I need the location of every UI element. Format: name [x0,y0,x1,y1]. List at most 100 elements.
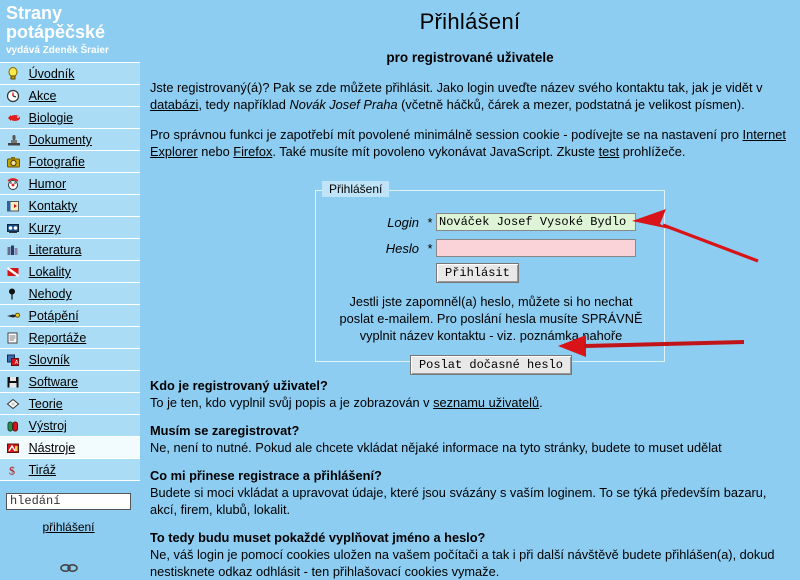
diamond-icon [6,397,22,411]
sidebar-item-slovnik[interactable]: A Slovník [0,349,140,371]
login-field-wrap [436,213,636,231]
intro2-text-4: prohlížeče. [619,143,686,159]
password-input[interactable] [436,239,636,257]
sidebar-item-akce[interactable]: Akce [0,85,140,107]
rolodex-icon [6,199,22,213]
login-input[interactable] [436,213,636,231]
tools-icon [6,441,22,455]
sidebar-item-label: Slovník [28,353,70,367]
sidebar-item-label: Literatura [28,243,82,257]
search-input[interactable] [6,492,131,510]
sidebar-item-label: Biologie [28,111,74,125]
intro2-text-1: Pro správnou funkci je zapotřebí mít pov… [150,126,743,142]
annotation-arrow-login [630,203,760,268]
password-field-wrap [436,239,636,257]
faq-question: Kdo je registrovaný uživatel? [150,378,328,393]
database-link[interactable]: databázi [150,97,198,112]
sidebar-item-label: Kurzy [28,221,61,235]
site-logo[interactable]: Strany potápěčské vydává Zdeněk Šraier [0,0,140,57]
sidebar-item-tiraz[interactable]: $ Tiráž [0,459,140,481]
page-title: Přihlášení [419,9,521,34]
sidebar-item-potapeni[interactable]: Potápění [0,305,140,327]
sidebar-item-dokumenty[interactable]: Dokumenty [0,129,140,151]
login-label: Login [387,214,419,230]
sidebar-item-label: Akce [28,89,57,103]
firefox-link[interactable]: Firefox [233,144,272,159]
sidebar-item-nehody[interactable]: Nehody [0,283,140,305]
sidebar-menu: Úvodník Akce Biologie Dokumenty Fotograf [0,62,140,481]
faq-answer: Ne, váš login je pomocí cookies uložen n… [150,547,775,579]
intro-paragraph-2: Pro správnou funkci je zapotřebí mít pov… [150,113,790,160]
stamp-icon [6,133,22,147]
sidebar-item-label: Nehody [28,287,72,301]
sidebar-item-nastroje[interactable]: Nástroje [0,437,140,459]
camera-icon [6,155,22,169]
sidebar-search [0,492,140,510]
faq-answer-text-2: . [539,395,543,410]
faq-question: Musím se zaregistrovat? [150,423,300,438]
page-subtitle: pro registrované uživatele [386,49,554,65]
sidebar: Strany potápěčské vydává Zdeněk Šraier Ú… [0,0,140,572]
login-row: Login * [316,211,666,233]
sidebar-item-kurzy[interactable]: Kurzy [0,217,140,239]
intro1-example-name: Novák Josef Praha [289,96,398,112]
faq-question: To tedy budu muset pokaždé vyplňovat jmé… [150,530,486,545]
browser-test-link[interactable]: test [599,144,620,159]
password-label: Heslo [385,240,419,256]
sidebar-item-label: Nástroje [28,441,76,455]
sidebar-item-label: Dokumenty [28,133,92,147]
login-required-marker: * [427,214,433,230]
login-form-legend: Přihlášení [322,181,390,197]
intro2-text-2: nebo [197,143,234,159]
sidebar-item-biologie[interactable]: Biologie [0,107,140,129]
notepad-icon [6,331,22,345]
faq-answer: Ne, není to nutné. Pokud ale chcete vklá… [150,440,722,455]
sidebar-item-reportaze[interactable]: Reportáže [0,327,140,349]
sidebar-item-lokality[interactable]: Lokality [0,261,140,283]
clock-icon [6,89,22,103]
intro2-text-3: . Také musíte mít povoleno vykonávat Jav… [272,143,599,159]
password-required-marker: * [427,240,433,256]
fish-icon [6,111,22,125]
sidebar-item-label: Software [28,375,78,389]
pin-icon [6,287,22,301]
sidebar-item-uvodnik[interactable]: Úvodník [0,63,140,85]
sidebar-login-link-wrap: přihlášení [0,519,137,534]
dollar-icon: $ [6,463,22,478]
books-icon [6,243,22,257]
sidebar-login-link[interactable]: přihlášení [42,520,94,534]
sidebar-item-label: Lokality [28,265,72,279]
intro1-text-1: Jste registrovaný(á)? Pak se zde můžete … [150,79,763,95]
user-list-link[interactable]: seznamu uživatelů [433,395,539,410]
diveflag-icon [6,265,22,279]
diver-icon [6,309,22,323]
sidebar-item-fotografie[interactable]: Fotografie [0,151,140,173]
projector-icon [6,221,22,235]
sidebar-item-teorie[interactable]: Teorie [0,393,140,415]
sidebar-item-kontakty[interactable]: Kontakty [0,195,140,217]
floppy-icon [6,375,22,389]
login-submit-button[interactable]: Přihlásit [436,263,519,283]
faq-question: Co mi přinese registrace a přihlášení? [150,468,382,483]
sidebar-item-humor[interactable]: Humor [0,173,140,195]
sidebar-item-label: Výstroj [28,419,67,433]
svg-text:A: A [15,360,19,366]
intro1-text-2: , tedy například [198,96,290,112]
intro-paragraph-1: Jste registrovaný(á)? Pak se zde můžete … [150,65,790,113]
logo-publisher: vydává Zdeněk Šraier [6,45,109,56]
faq-answer-text-1: To je ten, kdo vyplnil svůj popis a je z… [150,395,434,410]
logo-line-2: potápěčské [6,22,106,42]
password-row: Heslo * [316,237,666,259]
sidebar-item-label: Kontakty [28,199,78,213]
send-temp-password-button[interactable]: Poslat dočasné heslo [409,355,573,375]
faq-section: Kdo je registrovaný uživatel? To je ten,… [150,378,795,580]
translate-icon: A [6,353,22,367]
chain-link-icon[interactable] [59,562,79,577]
sidebar-item-software[interactable]: Software [0,371,140,393]
sidebar-item-label: Potápění [28,309,79,323]
sidebar-item-literatura[interactable]: Literatura [0,239,140,261]
sidebar-item-vystroj[interactable]: Výstroj [0,415,140,437]
annotation-arrow-send-password [556,333,746,362]
chain-link-icon-wrap [0,562,137,577]
sidebar-item-label: Teorie [28,397,63,411]
